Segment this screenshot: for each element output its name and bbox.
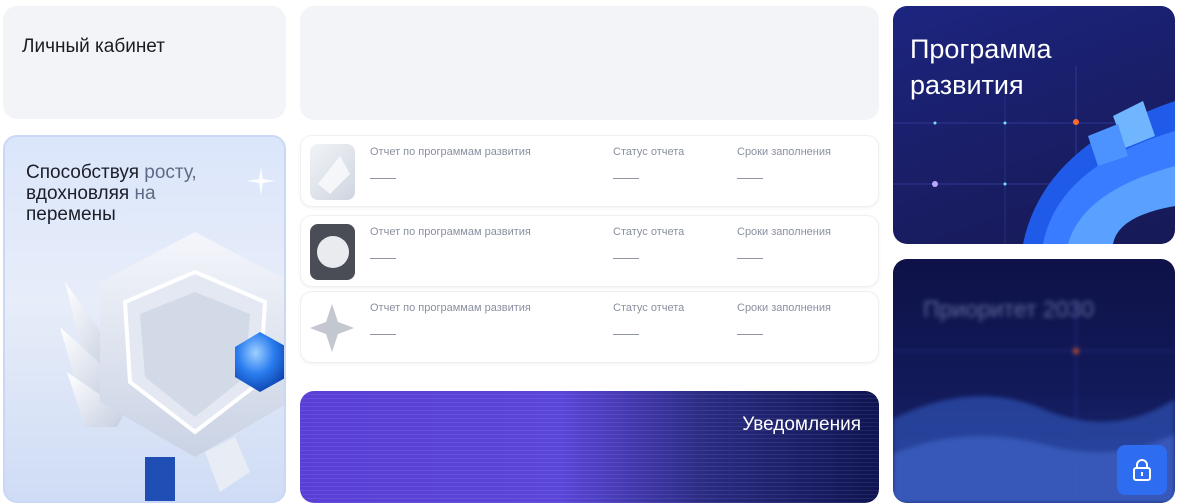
notifications-card[interactable]: Уведомления xyxy=(300,391,879,503)
sparkle-icon xyxy=(247,167,275,195)
personal-cabinet-card[interactable]: Личный кабинет xyxy=(3,6,286,119)
report-deadline-value xyxy=(737,334,763,335)
report-row[interactable]: Отчет по программам развития Статус отче… xyxy=(300,215,879,287)
promo-card: Способствуя росту, вдохновляя на перемены xyxy=(3,135,286,503)
development-program-card[interactable]: Программа развития xyxy=(893,6,1175,244)
promo-slogan: Способствуя росту, вдохновляя на перемены xyxy=(26,162,256,225)
report-status-label: Статус отчета xyxy=(613,302,685,314)
ring-illustration xyxy=(1023,101,1175,244)
report-deadline-value xyxy=(737,178,763,179)
lock-button[interactable] xyxy=(1117,445,1167,495)
report-name-value xyxy=(370,178,396,179)
priority-2030-card[interactable]: Приоритет 2030 xyxy=(893,259,1175,503)
slogan-text: росту, xyxy=(138,162,197,183)
report-name-value xyxy=(370,334,396,335)
report-row[interactable]: Отчет по программам развития Статус отче… xyxy=(300,291,879,363)
lock-icon xyxy=(1133,459,1151,481)
notifications-stripes xyxy=(300,391,879,503)
report-row[interactable]: Отчет по программам развития Статус отче… xyxy=(300,135,879,207)
report-thumbnail xyxy=(310,144,355,200)
slogan-text: Способствуя xyxy=(26,162,139,183)
report-status-value xyxy=(613,178,639,179)
slogan-text: перемены xyxy=(26,204,116,225)
personal-cabinet-title: Личный кабинет xyxy=(22,36,165,57)
report-deadline-label: Сроки заполнения xyxy=(737,146,831,158)
shield-badge-illustration xyxy=(60,232,284,501)
report-deadline-label: Сроки заполнения xyxy=(737,302,831,314)
report-status-value xyxy=(613,258,639,259)
report-name-label: Отчет по программам развития xyxy=(370,146,531,158)
slogan-text: вдохновляя xyxy=(26,183,130,204)
report-status-value xyxy=(613,334,639,335)
notifications-label: Уведомления xyxy=(742,414,861,435)
priority-2030-title: Приоритет 2030 xyxy=(923,296,1094,322)
report-deadline-label: Сроки заполнения xyxy=(737,226,831,238)
report-status-label: Статус отчета xyxy=(613,146,685,158)
top-banner-placeholder xyxy=(300,6,879,120)
report-name-value xyxy=(370,258,396,259)
report-status-label: Статус отчета xyxy=(613,226,685,238)
development-program-title: Программа развития xyxy=(910,34,1052,100)
slogan-text: на xyxy=(129,183,156,204)
report-name-label: Отчет по программам развития xyxy=(370,226,531,238)
report-deadline-value xyxy=(737,258,763,259)
report-thumbnail xyxy=(310,224,355,280)
report-thumbnail xyxy=(310,300,355,356)
report-name-label: Отчет по программам развития xyxy=(370,302,531,314)
